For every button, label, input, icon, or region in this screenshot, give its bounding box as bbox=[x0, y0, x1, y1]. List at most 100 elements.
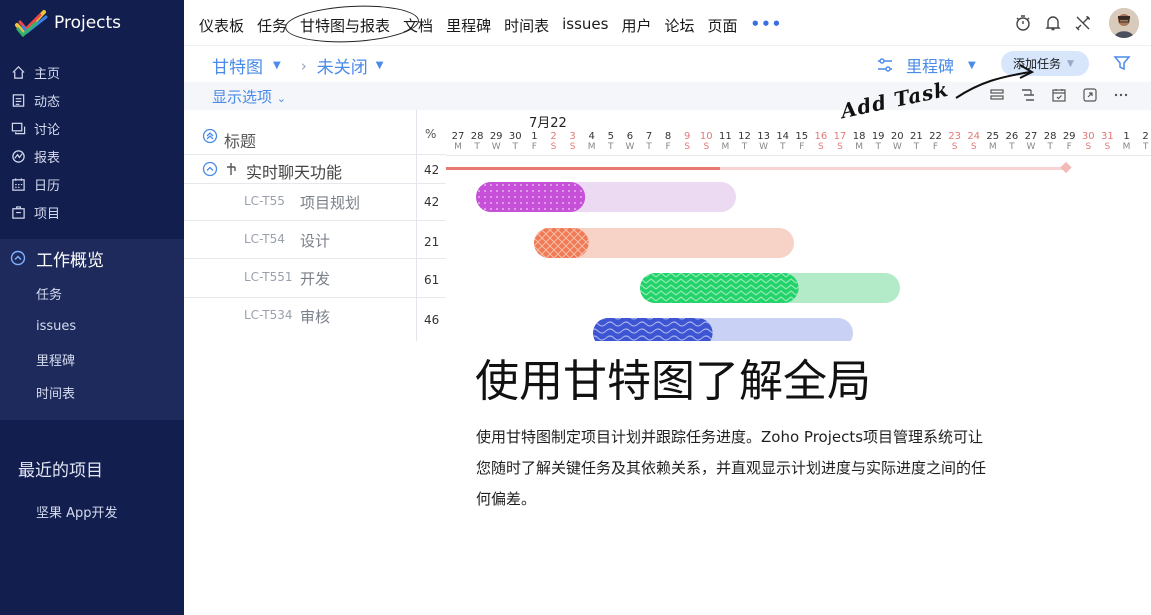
top-nav: 仪表板 任务 甘特图与报表 文档 里程碑 时间表 issues 用户 论坛 页面… bbox=[184, 0, 1151, 46]
calendar-icon bbox=[11, 177, 26, 192]
feed-icon bbox=[11, 93, 26, 108]
work-overview-section: 工作概览 任务 issues 里程碑 时间表 bbox=[0, 239, 184, 420]
more-tabs-button[interactable]: ••• bbox=[751, 15, 783, 36]
collapse-group-icon[interactable] bbox=[202, 161, 218, 177]
hero-title: 使用甘特图了解全局 bbox=[475, 356, 871, 407]
task-percent: 46 bbox=[424, 313, 440, 327]
sidebar-item-timesheet[interactable]: 时间表 bbox=[0, 376, 184, 409]
tab-forums[interactable]: 论坛 bbox=[664, 15, 694, 36]
milestone-label: 里程碑 bbox=[906, 57, 955, 76]
tab-milestones[interactable]: 里程碑 bbox=[446, 15, 491, 36]
view-selector[interactable]: 甘特图 ▼ › 未关闭 ▼ bbox=[212, 53, 384, 79]
sidebar-item-label: 主页 bbox=[34, 66, 61, 82]
show-options-label: 显示选项 bbox=[212, 88, 273, 106]
task-bar-pattern bbox=[476, 182, 586, 212]
caret-down-icon: ▼ bbox=[273, 60, 281, 71]
group-bar-progress bbox=[446, 167, 720, 170]
task-name: 审核 bbox=[300, 308, 331, 326]
sidebar-item-label: 项目 bbox=[34, 206, 61, 222]
sidebar-item-reports[interactable]: 报表 bbox=[0, 142, 184, 170]
calendar-today-icon[interactable] bbox=[1051, 87, 1069, 105]
task-percent: 42 bbox=[424, 195, 440, 209]
tab-timesheet[interactable]: 时间表 bbox=[504, 15, 549, 36]
task-grid-header: 标题 % bbox=[184, 110, 446, 155]
work-overview-header[interactable]: 工作概览 bbox=[0, 239, 184, 277]
gantt-timeline: 7月22 27 M 28 T 29 W 30 T 1 F 2 S 3 S 4 M 5 T 6 W 7 T 8 F 9 S 10 S 11… bbox=[446, 110, 1151, 341]
hero-description: 使用甘特图制定项目计划并跟踪任务进度。Zoho Projects项目管理系统可让… bbox=[476, 428, 987, 508]
more-options-icon[interactable] bbox=[1113, 87, 1131, 105]
task-name: 项目规划 bbox=[300, 194, 361, 212]
expand-icon[interactable] bbox=[1082, 87, 1100, 105]
task-id: LC-T55 bbox=[244, 194, 285, 208]
breadcrumb-separator: › bbox=[300, 56, 307, 75]
settings-tools-icon[interactable] bbox=[1073, 13, 1093, 33]
sidebar-item-tasks[interactable]: 任务 bbox=[0, 277, 184, 310]
task-percent: 61 bbox=[424, 273, 440, 287]
chevron-down-icon: ⌄ bbox=[276, 92, 287, 105]
recent-projects-title: 最近的项目 bbox=[18, 461, 103, 481]
projects-logo-icon bbox=[15, 10, 48, 37]
tab-pages[interactable]: 页面 bbox=[707, 15, 737, 36]
gantt-bars bbox=[446, 161, 1072, 341]
task-row[interactable]: LC-T534 审核 46 bbox=[184, 298, 446, 341]
sidebar-item-projects[interactable]: 项目 bbox=[0, 198, 184, 226]
home-icon bbox=[11, 65, 26, 80]
title-column-header: 标题 bbox=[224, 132, 257, 151]
column-divider bbox=[416, 110, 417, 341]
milestone-diamond[interactable] bbox=[1060, 161, 1072, 174]
tab-users[interactable]: 用户 bbox=[621, 15, 651, 36]
task-name: 设计 bbox=[300, 232, 331, 250]
sidebar-item-milestones[interactable]: 里程碑 bbox=[0, 343, 184, 376]
task-name: 开发 bbox=[300, 270, 331, 288]
task-bar-pattern bbox=[593, 318, 713, 341]
sidebar-item-discussion[interactable]: 讨论 bbox=[0, 114, 184, 142]
report-icon bbox=[11, 149, 26, 164]
sidebar-item-label: 讨论 bbox=[34, 122, 61, 138]
discussion-icon bbox=[11, 121, 26, 136]
task-group-row[interactable]: 实时聊天功能 42 bbox=[184, 155, 446, 184]
tab-issues[interactable]: issues bbox=[562, 15, 608, 36]
top-icons bbox=[1003, 8, 1139, 38]
project-icon bbox=[11, 205, 26, 220]
sidebar-item-home[interactable]: 主页 bbox=[0, 58, 184, 86]
sidebar-item-feed[interactable]: 动态 bbox=[0, 86, 184, 114]
sidebar-item-label: 报表 bbox=[34, 150, 61, 166]
percent-column-header: % bbox=[425, 127, 437, 141]
caret-down-icon: ▼ bbox=[375, 60, 384, 71]
active-tab-circle-annotation bbox=[284, 2, 420, 46]
task-id: LC-T534 bbox=[244, 308, 293, 322]
sidebar-item-issues[interactable]: issues bbox=[0, 310, 184, 343]
caret-down-icon[interactable]: ▼ bbox=[1067, 59, 1074, 69]
status-filter-label[interactable]: 未关闭 bbox=[317, 53, 368, 78]
task-percent: 21 bbox=[424, 235, 440, 249]
task-id: LC-T551 bbox=[244, 270, 293, 284]
tab-dashboard[interactable]: 仪表板 bbox=[199, 15, 244, 36]
sidebar-nav: 主页 动态 讨论 报表 日历 项目 bbox=[0, 58, 184, 226]
tab-tasks[interactable]: 任务 bbox=[257, 15, 287, 36]
task-group-name: 实时聊天功能 bbox=[246, 163, 343, 182]
sidebar-item-label: 日历 bbox=[34, 178, 61, 194]
avatar[interactable] bbox=[1109, 8, 1139, 38]
chevron-circle-up-icon bbox=[10, 250, 26, 266]
annotation-arrow bbox=[955, 64, 1035, 99]
task-group-percent: 42 bbox=[424, 163, 440, 177]
brand[interactable]: Projects bbox=[14, 8, 121, 38]
task-row[interactable]: LC-T55 项目规划 42 bbox=[184, 184, 446, 221]
timer-icon[interactable] bbox=[1013, 13, 1033, 33]
task-row[interactable]: LC-T54 设计 21 bbox=[184, 221, 446, 259]
task-grid: 标题 % 实时聊天功能 42 LC-T55 项目规划 42 LC-T54 设计 … bbox=[184, 110, 446, 341]
tasklist-branch-icon bbox=[227, 163, 236, 175]
section-title: 工作概览 bbox=[36, 250, 104, 271]
notification-bell-icon[interactable] bbox=[1043, 13, 1063, 33]
task-bar-pattern bbox=[640, 273, 799, 303]
recent-project-item[interactable]: 坚果 App开发 bbox=[36, 502, 118, 521]
task-row[interactable]: LC-T551 开发 61 bbox=[184, 259, 446, 298]
collapse-all-icon[interactable] bbox=[202, 128, 218, 144]
sidebar-item-calendar[interactable]: 日历 bbox=[0, 170, 184, 198]
filter-icon[interactable] bbox=[1113, 54, 1131, 72]
task-bar-pattern bbox=[534, 228, 589, 258]
task-id: LC-T54 bbox=[244, 232, 285, 246]
view-label: 甘特图 bbox=[212, 58, 263, 78]
show-options-button[interactable]: 显示选项 ⌄ bbox=[212, 86, 286, 107]
sidebar: Projects 主页 动态 讨论 报表 日历 项目 工作概览 任务 issue… bbox=[0, 0, 184, 615]
